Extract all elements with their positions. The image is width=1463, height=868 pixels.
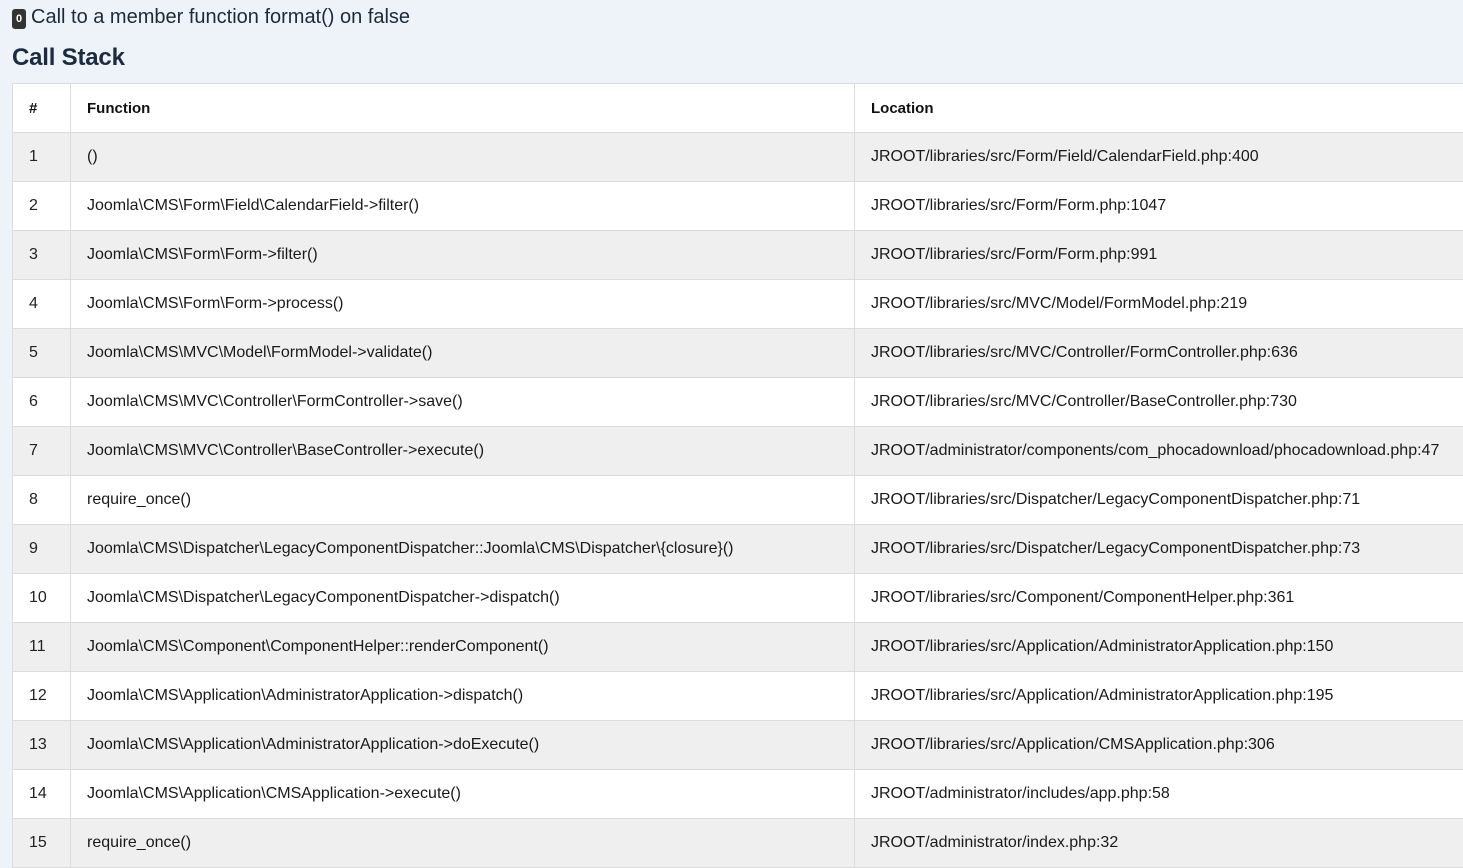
error-message: Call to a member function format() on fa… (31, 6, 410, 29)
error-message-line: 0 Call to a member function format() on … (12, 4, 410, 30)
table-row: 11Joomla\CMS\Component\ComponentHelper::… (13, 623, 1463, 672)
stack-frame-location: JROOT/libraries/src/Form/Field/CalendarF… (855, 133, 1463, 182)
stack-frame-function: Joomla\CMS\Form\Form->process() (71, 280, 855, 329)
call-stack-table: # Function Location 1()JROOT/libraries/s… (12, 83, 1463, 868)
table-row: 3Joomla\CMS\Form\Form->filter()JROOT/lib… (13, 231, 1463, 280)
table-row: 15require_once()JROOT/administrator/inde… (13, 819, 1463, 868)
stack-frame-location: JROOT/libraries/src/Form/Form.php:991 (855, 231, 1463, 280)
table-row: 5Joomla\CMS\MVC\Model\FormModel->validat… (13, 329, 1463, 378)
stack-frame-number: 8 (13, 476, 71, 525)
column-header-function: Function (71, 84, 855, 133)
stack-frame-function: require_once() (71, 819, 855, 868)
stack-frame-function: Joomla\CMS\MVC\Controller\BaseController… (71, 427, 855, 476)
table-row: 4Joomla\CMS\Form\Form->process()JROOT/li… (13, 280, 1463, 329)
stack-frame-function: Joomla\CMS\Dispatcher\LegacyComponentDis… (71, 574, 855, 623)
table-row: 2Joomla\CMS\Form\Field\CalendarField->fi… (13, 182, 1463, 231)
table-row: 14Joomla\CMS\Application\CMSApplication-… (13, 770, 1463, 819)
stack-frame-number: 3 (13, 231, 71, 280)
table-row: 1()JROOT/libraries/src/Form/Field/Calend… (13, 133, 1463, 182)
stack-frame-location: JROOT/libraries/src/MVC/Controller/BaseC… (855, 378, 1463, 427)
stack-frame-number: 2 (13, 182, 71, 231)
stack-frame-location: JROOT/libraries/src/MVC/Controller/FormC… (855, 329, 1463, 378)
table-row: 13Joomla\CMS\Application\AdministratorAp… (13, 721, 1463, 770)
stack-frame-location: JROOT/administrator/components/com_phoca… (855, 427, 1463, 476)
stack-frame-function: Joomla\CMS\Application\AdministratorAppl… (71, 672, 855, 721)
stack-frame-function: Joomla\CMS\Dispatcher\LegacyComponentDis… (71, 525, 855, 574)
stack-frame-function: Joomla\CMS\Component\ComponentHelper::re… (71, 623, 855, 672)
stack-frame-number: 13 (13, 721, 71, 770)
stack-frame-location: JROOT/administrator/includes/app.php:58 (855, 770, 1463, 819)
stack-frame-number: 11 (13, 623, 71, 672)
table-row: 7Joomla\CMS\MVC\Controller\BaseControlle… (13, 427, 1463, 476)
stack-frame-location: JROOT/libraries/src/Application/Administ… (855, 623, 1463, 672)
stack-frame-number: 5 (13, 329, 71, 378)
stack-frame-function: Joomla\CMS\MVC\Model\FormModel->validate… (71, 329, 855, 378)
stack-frame-number: 14 (13, 770, 71, 819)
stack-frame-location: JROOT/libraries/src/Form/Form.php:1047 (855, 182, 1463, 231)
stack-frame-number: 9 (13, 525, 71, 574)
table-row: 8require_once()JROOT/libraries/src/Dispa… (13, 476, 1463, 525)
stack-frame-location: JROOT/libraries/src/MVC/Model/FormModel.… (855, 280, 1463, 329)
column-header-location: Location (855, 84, 1463, 133)
call-stack-table-container: # Function Location 1()JROOT/libraries/s… (12, 83, 1463, 868)
stack-frame-function: Joomla\CMS\Form\Form->filter() (71, 231, 855, 280)
stack-frame-function: Joomla\CMS\Application\AdministratorAppl… (71, 721, 855, 770)
stack-frame-location: JROOT/libraries/src/Dispatcher/LegacyCom… (855, 525, 1463, 574)
stack-frame-function: Joomla\CMS\Application\CMSApplication->e… (71, 770, 855, 819)
column-header-number: # (13, 84, 71, 133)
call-stack-title: Call Stack (12, 44, 125, 72)
stack-frame-number: 12 (13, 672, 71, 721)
table-row: 9Joomla\CMS\Dispatcher\LegacyComponentDi… (13, 525, 1463, 574)
stack-frame-function: () (71, 133, 855, 182)
table-header-row: # Function Location (13, 84, 1463, 133)
stack-frame-function: Joomla\CMS\Form\Field\CalendarField->fil… (71, 182, 855, 231)
stack-frame-location: JROOT/libraries/src/Application/CMSAppli… (855, 721, 1463, 770)
stack-frame-function: Joomla\CMS\MVC\Controller\FormController… (71, 378, 855, 427)
stack-frame-number: 7 (13, 427, 71, 476)
table-row: 6Joomla\CMS\MVC\Controller\FormControlle… (13, 378, 1463, 427)
stack-frame-location: JROOT/libraries/src/Dispatcher/LegacyCom… (855, 476, 1463, 525)
stack-frame-number: 10 (13, 574, 71, 623)
stack-frame-number: 6 (13, 378, 71, 427)
stack-frame-number: 15 (13, 819, 71, 868)
stack-frame-location: JROOT/libraries/src/Application/Administ… (855, 672, 1463, 721)
stack-frame-location: JROOT/libraries/src/Component/ComponentH… (855, 574, 1463, 623)
stack-frame-location: JROOT/administrator/index.php:32 (855, 819, 1463, 868)
table-row: 12Joomla\CMS\Application\AdministratorAp… (13, 672, 1463, 721)
stack-frame-number: 1 (13, 133, 71, 182)
stack-frame-number: 4 (13, 280, 71, 329)
stack-frame-function: require_once() (71, 476, 855, 525)
table-row: 10Joomla\CMS\Dispatcher\LegacyComponentD… (13, 574, 1463, 623)
call-stack-rows: 1()JROOT/libraries/src/Form/Field/Calend… (13, 133, 1463, 868)
error-code-badge: 0 (12, 9, 26, 29)
